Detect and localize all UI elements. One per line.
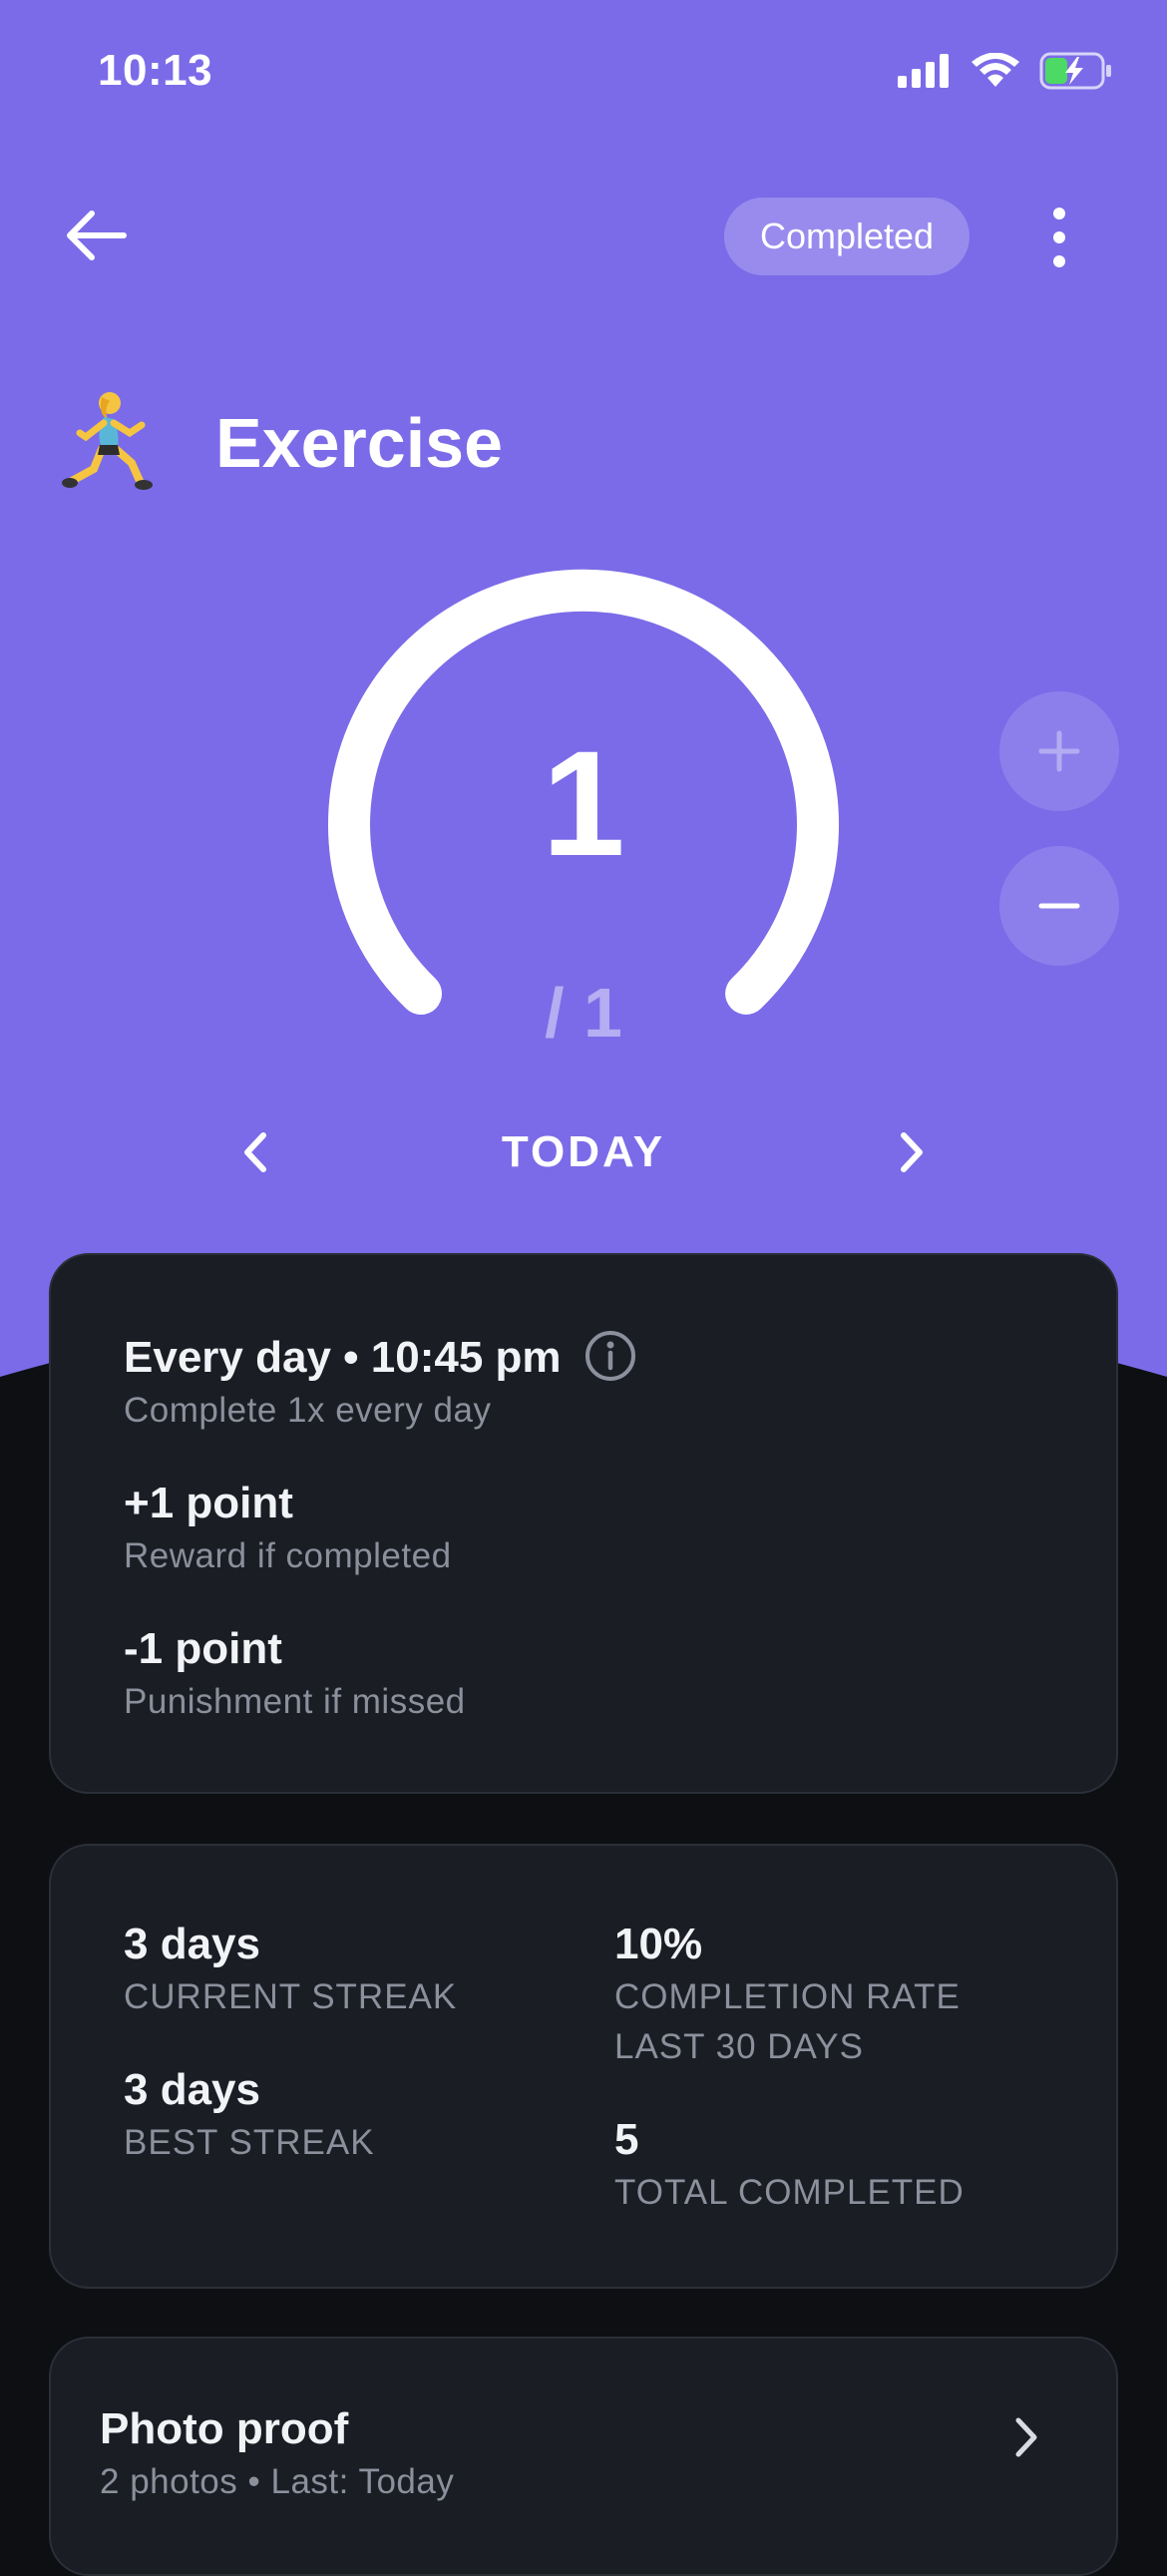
best-streak-value: 3 days: [124, 2065, 260, 2114]
status-badge: Completed: [724, 198, 970, 275]
completion-rate-label: COMPLETION RATE: [614, 1977, 961, 2016]
completion-rate-value: 10%: [614, 1920, 703, 1968]
battery-charging-icon: [1039, 52, 1111, 90]
status-time: 10:13: [98, 46, 213, 95]
running-woman-icon: [62, 392, 153, 490]
increment-button[interactable]: [999, 691, 1119, 811]
total-completed-value: 5: [614, 2115, 639, 2164]
signal-icon: [898, 54, 949, 88]
completion-rate-period: LAST 30 DAYS: [614, 2027, 864, 2066]
decrement-button[interactable]: [999, 846, 1119, 966]
photo-proof-card[interactable]: Photo proof 2 photos • Last: Today: [49, 2337, 1118, 2576]
progress-count: 1: [542, 719, 625, 887]
penalty-subtitle: Punishment if missed: [124, 1682, 466, 1721]
reward-title: +1 point: [124, 1479, 293, 1527]
day-label: TODAY: [501, 1127, 666, 1176]
back-arrow-icon[interactable]: [62, 206, 130, 265]
photo-proof-subtitle: 2 photos • Last: Today: [100, 2462, 455, 2501]
chevron-right-icon[interactable]: [892, 1127, 932, 1177]
chevron-right-icon: [1015, 2417, 1037, 2457]
photo-proof-title: Photo proof: [100, 2404, 349, 2453]
reward-subtitle: Reward if completed: [124, 1536, 452, 1575]
current-streak-label: CURRENT STREAK: [124, 1977, 458, 2016]
penalty-title: -1 point: [124, 1624, 282, 1673]
schedule-subtitle: Complete 1x every day: [124, 1391, 492, 1430]
more-vertical-icon[interactable]: [1037, 206, 1081, 269]
status-icons: [898, 52, 1113, 90]
schedule-title: Every day • 10:45 pm: [124, 1333, 562, 1382]
best-streak-label: BEST STREAK: [124, 2123, 375, 2162]
info-icon[interactable]: [584, 1329, 637, 1383]
minus-icon: [1038, 903, 1080, 909]
stats-card: 3 days CURRENT STREAK 3 days BEST STREAK…: [49, 1844, 1118, 2289]
schedule-card: Every day • 10:45 pm Complete 1x every d…: [49, 1253, 1118, 1794]
wifi-icon: [972, 53, 1019, 87]
chevron-left-icon[interactable]: [235, 1127, 275, 1177]
current-streak-value: 3 days: [124, 1920, 260, 1968]
total-completed-label: TOTAL COMPLETED: [614, 2173, 965, 2212]
progress-goal: / 1: [545, 974, 622, 1052]
habit-title: Exercise: [215, 404, 504, 482]
plus-icon: [1038, 730, 1080, 772]
